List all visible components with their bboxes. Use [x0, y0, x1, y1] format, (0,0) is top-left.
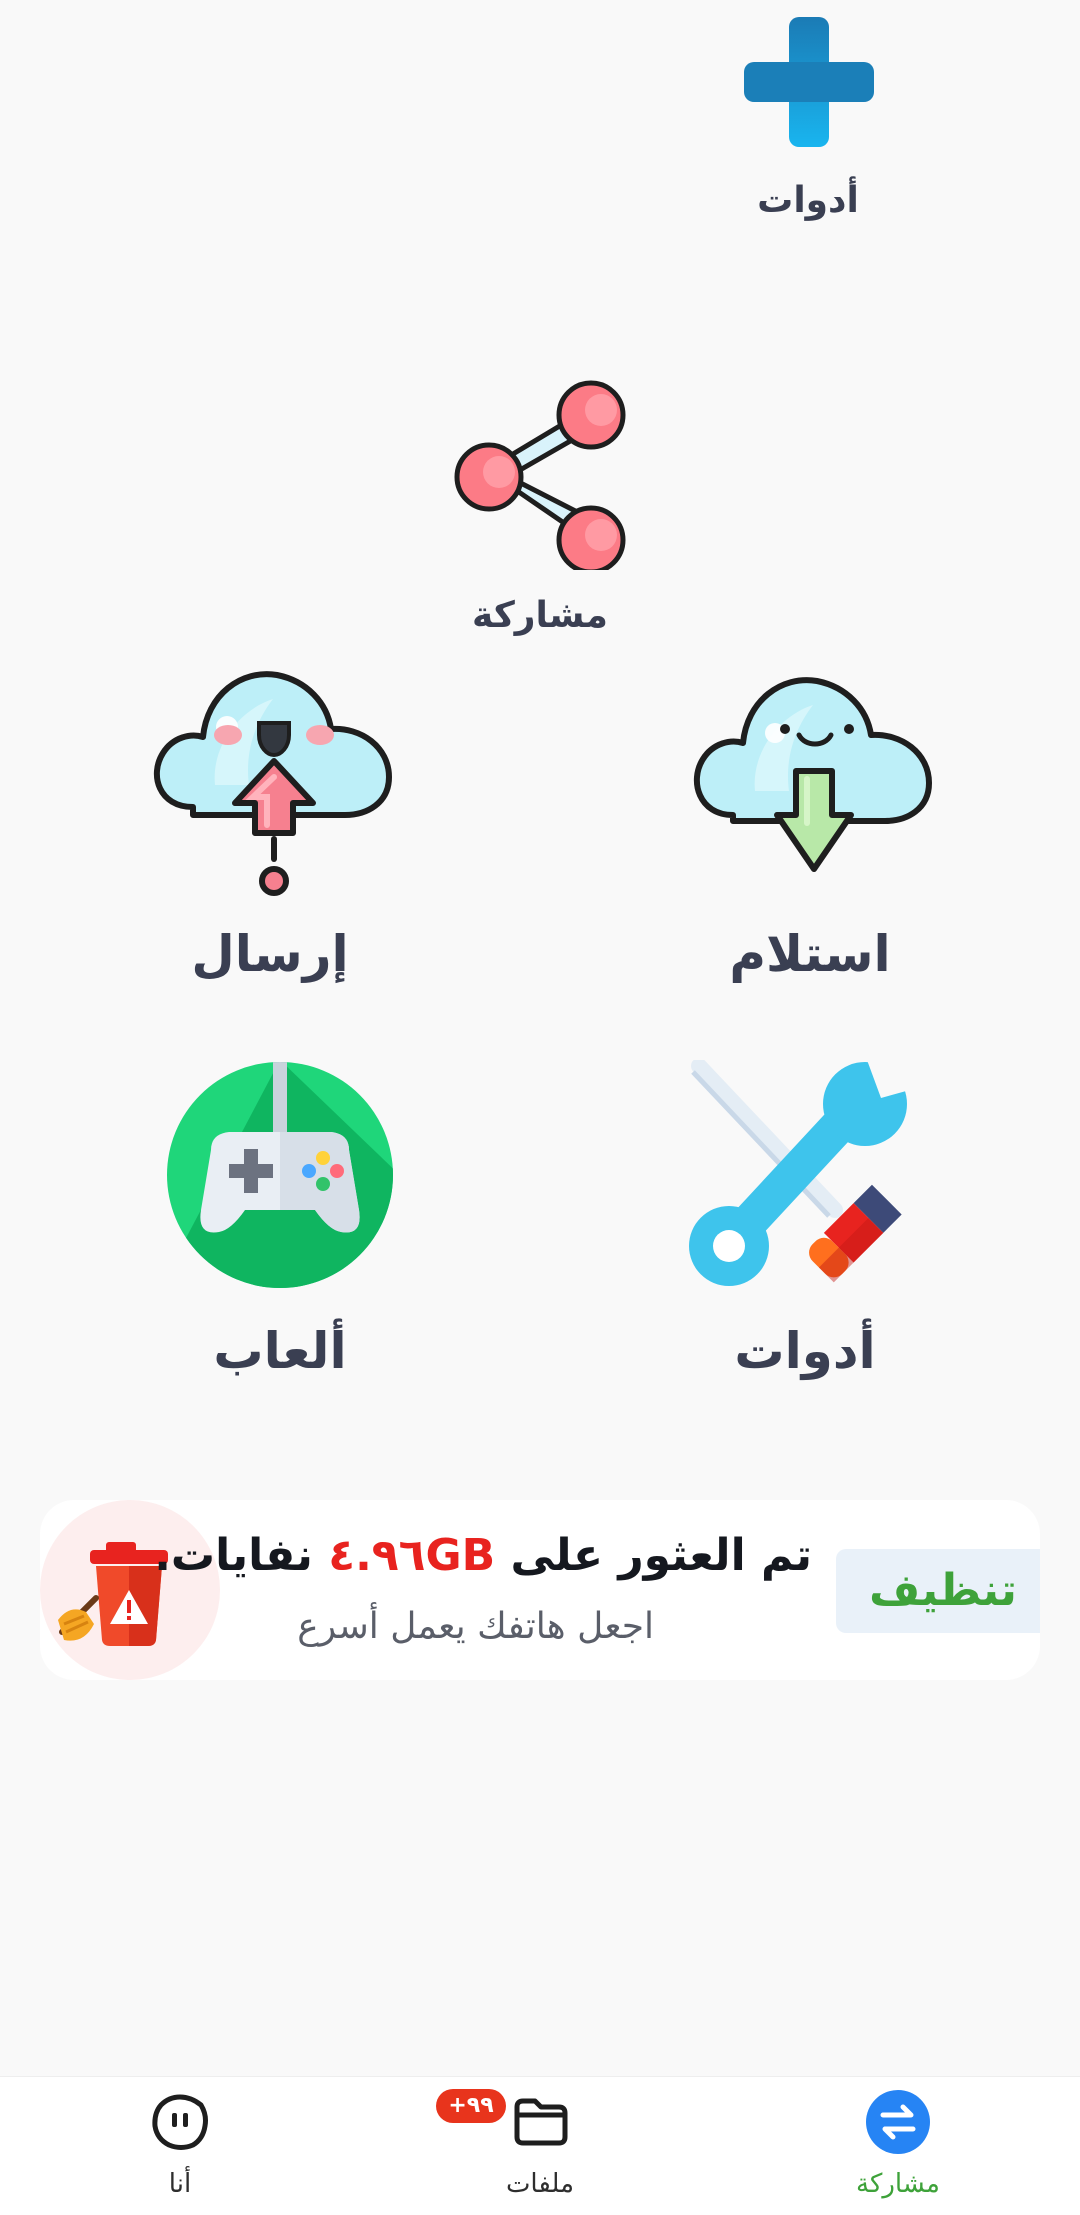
tools-icon	[689, 1060, 917, 1286]
nav-item-share[interactable]: مشاركة	[798, 2077, 998, 2215]
tile-send[interactable]: إرسال	[140, 655, 400, 995]
app-screen: أدوات مشاركة إرسال استلام ألعاب أدوات تم…	[0, 0, 1080, 2215]
cloud-upload-icon	[153, 671, 392, 896]
nav-label-share: مشاركة	[856, 2169, 940, 2199]
tile-tools[interactable]: أدوات	[680, 1060, 930, 1390]
tile-games[interactable]: ألعاب	[150, 1060, 410, 1390]
tile-tools-top[interactable]: أدوات	[712, 10, 904, 230]
bottom-nav: أنا +٩٩ ملفات مشاركة	[0, 2076, 1080, 2215]
transfer-icon	[866, 2090, 930, 2154]
tile-tools-top-label: أدوات	[757, 180, 859, 221]
clean-button[interactable]: تنظيف	[836, 1549, 1040, 1633]
junk-found-title: تم العثور على ٤.٩٦GB نفايات.	[154, 1530, 812, 1581]
tile-receive-label: استلام	[729, 925, 891, 983]
nav-item-files[interactable]: +٩٩ ملفات	[436, 2077, 640, 2215]
folder-icon	[514, 2098, 568, 2146]
nav-label-files: ملفات	[505, 2169, 575, 2199]
nav-item-me[interactable]: أنا	[80, 2077, 280, 2215]
smile-icon	[152, 2094, 208, 2150]
junk-title-suffix: نفايات.	[154, 1530, 313, 1581]
files-badge: +٩٩	[436, 2089, 506, 2123]
nav-label-me: أنا	[168, 2169, 192, 2199]
tile-games-label: ألعاب	[213, 1322, 347, 1380]
tile-send-label: إرسال	[191, 925, 349, 983]
gamepad-icon	[167, 1062, 393, 1288]
junk-subtitle: اجعل هاتفك يعمل أسرع	[297, 1606, 654, 1647]
junk-cleaner-card[interactable]: تم العثور على ٤.٩٦GB نفايات. اجعل هاتفك …	[40, 1500, 1040, 1680]
tile-tools-label: أدوات	[734, 1322, 876, 1380]
share-icon	[454, 380, 626, 570]
tile-share[interactable]: مشاركة	[440, 365, 640, 655]
tile-receive[interactable]: استلام	[680, 655, 940, 995]
junk-size: ٤.٩٦GB	[328, 1530, 496, 1581]
junk-title-prefix: تم العثور على	[510, 1530, 812, 1581]
cloud-download-icon	[693, 677, 932, 872]
plus-icon	[744, 17, 874, 147]
tile-share-label: مشاركة	[472, 595, 608, 636]
